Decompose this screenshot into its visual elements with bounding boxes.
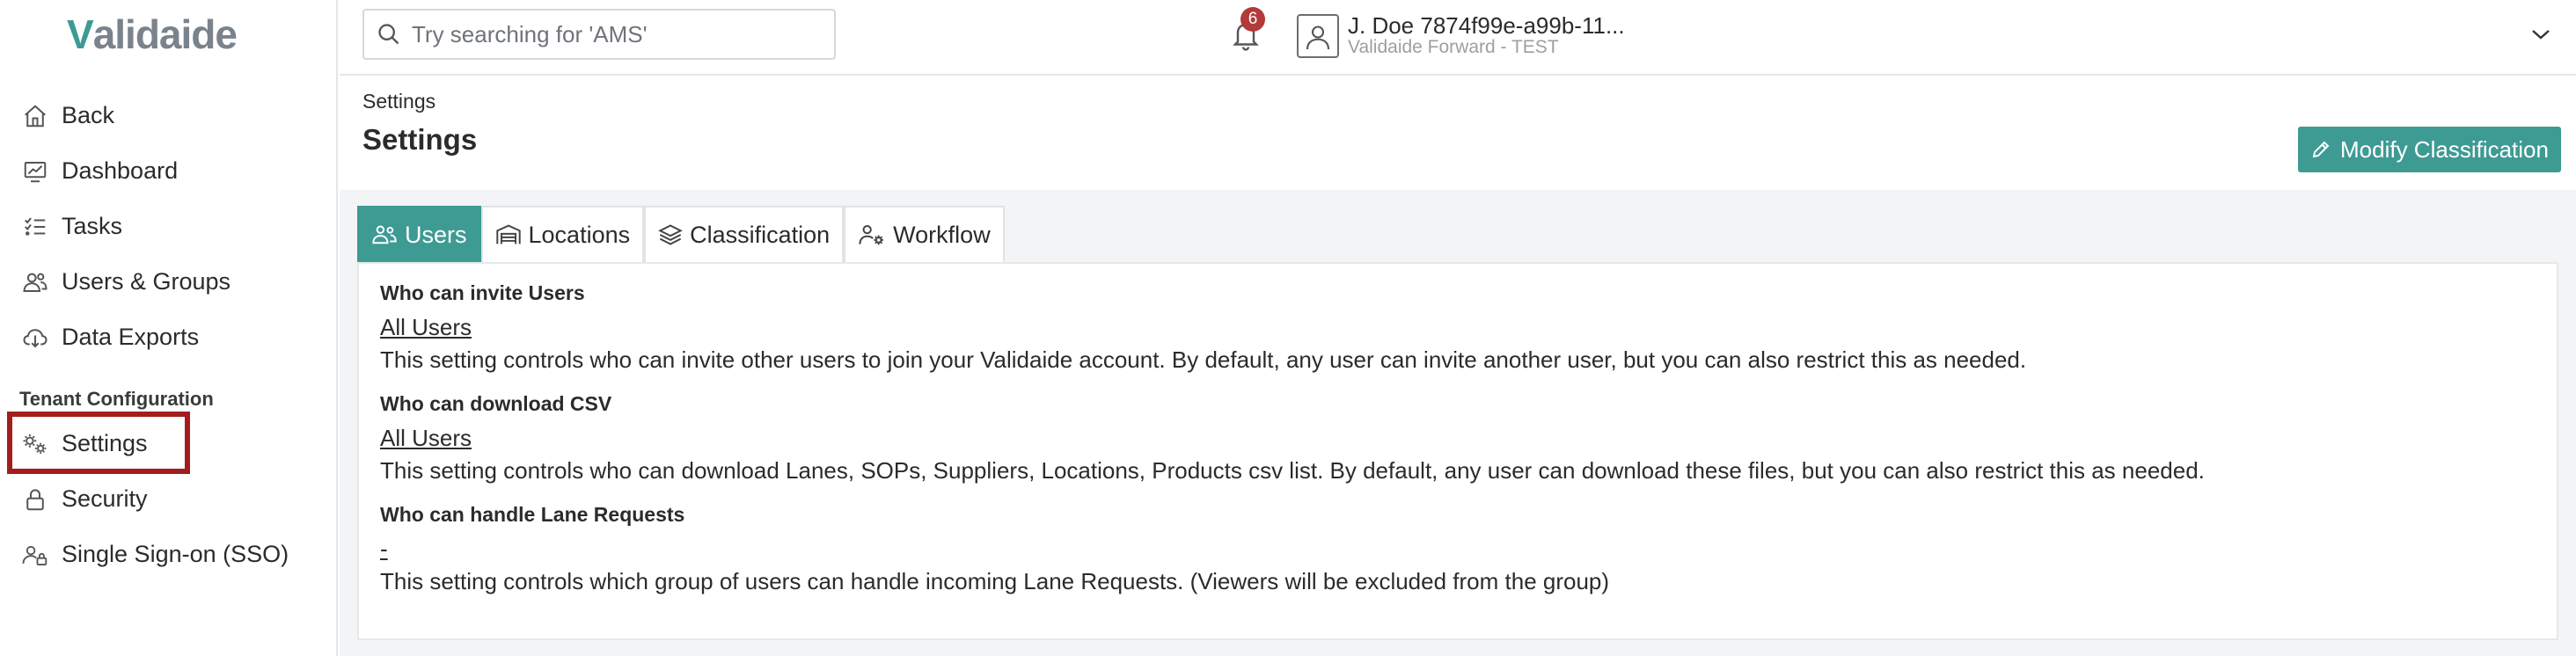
logo-v: V — [67, 11, 94, 57]
tab-workflow[interactable]: Workflow — [844, 206, 1005, 262]
sidebar-item-settings[interactable]: Settings — [0, 416, 338, 471]
search-input[interactable] — [412, 20, 816, 48]
home-icon — [19, 100, 51, 132]
cloud-download-icon — [19, 322, 51, 354]
users-settings-panel: Who can invite Users All Users This sett… — [357, 262, 2558, 640]
setting-label: Who can download CSV — [380, 392, 612, 415]
main-content: Users Locations Classification Workflow … — [340, 190, 2576, 656]
chevron-down-icon[interactable] — [2530, 26, 2555, 44]
tenant-configuration-heading: Tenant Configuration — [19, 388, 214, 410]
setting-value-link[interactable]: - — [380, 536, 388, 563]
gears-icon — [19, 428, 51, 460]
setting-description: This setting controls who can download L… — [380, 457, 2205, 484]
tab-label: Workflow — [893, 221, 991, 248]
sidebar-item-label: Tasks — [62, 213, 123, 239]
sidebar-item-tasks[interactable]: Tasks — [0, 199, 338, 254]
user-lock-icon — [19, 539, 51, 571]
user-gear-icon — [858, 223, 886, 246]
setting-label: Who can handle Lane Requests — [380, 503, 685, 526]
layers-icon — [658, 223, 683, 246]
tasks-icon — [19, 211, 51, 243]
setting-description: This setting controls which group of use… — [380, 568, 1610, 594]
notification-badge: 6 — [1240, 7, 1265, 32]
search-icon — [377, 22, 401, 47]
sidebar: Validaide Back Dashboard Tasks Users & G… — [0, 0, 338, 656]
sidebar-item-label: Settings — [62, 430, 148, 456]
sidebar-item-label: Data Exports — [62, 324, 200, 350]
sidebar-item-label: Single Sign-on (SSO) — [62, 541, 289, 567]
sidebar-item-dashboard[interactable]: Dashboard — [0, 143, 338, 199]
warehouse-icon — [495, 223, 522, 246]
sidebar-item-security[interactable]: Security — [0, 471, 338, 527]
search-box[interactable] — [362, 9, 836, 60]
lock-icon — [19, 484, 51, 515]
avatar[interactable] — [1297, 14, 1339, 58]
setting-invite-users: Who can invite Users All Users This sett… — [380, 281, 2026, 374]
sidebar-item-label: Users & Groups — [62, 268, 231, 295]
tab-locations[interactable]: Locations — [480, 206, 645, 262]
sidebar-item-label: Security — [62, 485, 148, 512]
top-header: 6 J. Doe 7874f99e-a99b-11... Validaide F… — [340, 0, 2576, 76]
sidebar-item-sso[interactable]: Single Sign-on (SSO) — [0, 527, 338, 582]
tab-label: Classification — [690, 221, 831, 248]
setting-value-link[interactable]: All Users — [380, 425, 472, 452]
sidebar-item-label: Dashboard — [62, 157, 179, 184]
sidebar-item-users-groups[interactable]: Users & Groups — [0, 254, 338, 310]
logo-text: alidaide — [92, 11, 238, 57]
tab-users[interactable]: Users — [357, 206, 481, 262]
validaide-logo[interactable]: Validaide — [67, 11, 238, 57]
tab-label: Users — [405, 221, 467, 248]
sidebar-item-data-exports[interactable]: Data Exports — [0, 310, 338, 365]
content-header: Settings Settings Modify Classification — [340, 77, 2576, 190]
sidebar-item-label: Back — [62, 102, 115, 128]
sidebar-nav: Back Dashboard Tasks Users & Groups Data… — [0, 88, 338, 582]
sidebar-item-back[interactable]: Back — [0, 88, 338, 143]
dashboard-icon — [19, 156, 51, 187]
users-icon — [19, 266, 51, 298]
breadcrumb[interactable]: Settings — [362, 90, 435, 113]
setting-label: Who can invite Users — [380, 281, 585, 304]
settings-tabs: Users Locations Classification Workflow — [357, 206, 1005, 262]
user-name[interactable]: J. Doe 7874f99e-a99b-11... — [1348, 12, 1625, 40]
users-icon — [371, 223, 398, 246]
tab-classification[interactable]: Classification — [644, 206, 845, 262]
tab-label: Locations — [528, 221, 631, 248]
setting-download-csv: Who can download CSV All Users This sett… — [380, 392, 2205, 485]
setting-value-link[interactable]: All Users — [380, 314, 472, 341]
page-title: Settings — [362, 123, 478, 156]
pencil-icon — [2310, 139, 2331, 160]
setting-lane-requests: Who can handle Lane Requests - This sett… — [380, 503, 1609, 595]
modify-classification-button[interactable]: Modify Classification — [2298, 127, 2561, 172]
setting-description: This setting controls who can invite oth… — [380, 346, 2027, 373]
modify-classification-label: Modify Classification — [2340, 135, 2549, 163]
user-organization: Validaide Forward - TEST — [1348, 37, 1559, 57]
